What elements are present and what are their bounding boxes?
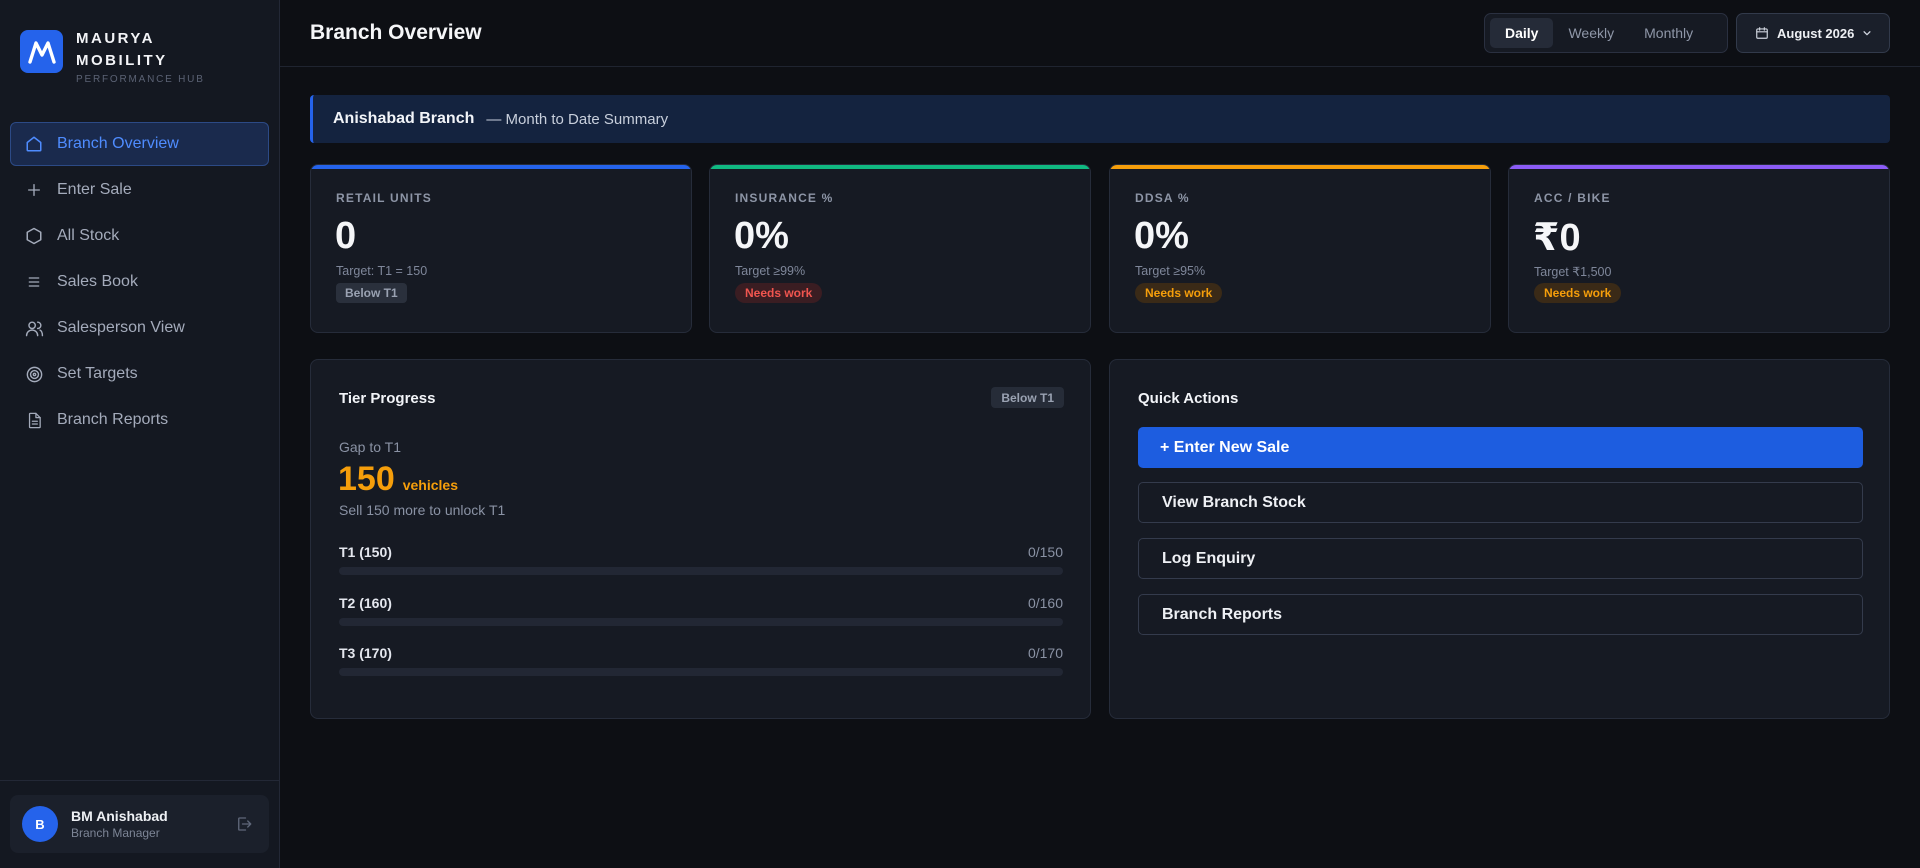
target-icon bbox=[24, 364, 44, 384]
sidebar-item-salesperson-view[interactable]: Salesperson View bbox=[10, 306, 269, 350]
calendar-icon bbox=[1755, 26, 1769, 40]
kpi-card-retail-units: RETAIL UNITS 0 Target: T1 = 150 Below T1 bbox=[310, 164, 692, 333]
sidebar-item-branch-overview[interactable]: Branch Overview bbox=[10, 122, 269, 166]
sidebar-item-enter-sale[interactable]: Enter Sale bbox=[10, 168, 269, 212]
tier-row: T3 (170) 0/170 bbox=[339, 645, 1063, 676]
page-title: Branch Overview bbox=[310, 21, 482, 44]
sidebar-item-label: Branch Reports bbox=[57, 411, 169, 428]
user-role: Branch Manager bbox=[71, 826, 160, 840]
kpi-target: Target: T1 = 150 bbox=[336, 264, 428, 278]
tier-name: T2 (160) bbox=[339, 595, 392, 611]
tier-row: T2 (160) 0/160 bbox=[339, 595, 1063, 626]
plus-icon bbox=[24, 180, 44, 200]
log-enquiry-button[interactable]: Log Enquiry bbox=[1138, 538, 1863, 579]
kpi-card-insurance: INSURANCE % 0% Target ≥99% Needs work bbox=[709, 164, 1091, 333]
list-icon bbox=[24, 272, 44, 292]
month-picker-button[interactable]: August 2026 bbox=[1736, 13, 1890, 53]
tier-name: T3 (170) bbox=[339, 645, 392, 661]
file-icon bbox=[24, 410, 44, 430]
tier-name: T1 (150) bbox=[339, 544, 392, 560]
gap-note: Sell 150 more to unlock T1 bbox=[339, 502, 506, 518]
status-badge: Needs work bbox=[1135, 283, 1223, 303]
kpi-accent-bar bbox=[1110, 165, 1490, 169]
tier-status-badge: Below T1 bbox=[991, 387, 1064, 408]
sidebar-footer: B BM Anishabad Branch Manager bbox=[0, 780, 280, 868]
tier-progress-bar bbox=[339, 567, 1063, 575]
kpi-accent-bar bbox=[710, 165, 1090, 169]
logo-m-icon bbox=[27, 40, 56, 64]
sidebar-item-label: Set Targets bbox=[57, 365, 138, 382]
kpi-target: Target ₹1,500 bbox=[1534, 265, 1612, 279]
sidebar-item-label: Enter Sale bbox=[57, 181, 132, 198]
status-badge: Needs work bbox=[735, 283, 823, 303]
kpi-accent-bar bbox=[1509, 165, 1889, 169]
kpi-card-ddsa: DDSA % 0% Target ≥95% Needs work bbox=[1109, 164, 1491, 333]
period-toggle: Daily Weekly Monthly bbox=[1484, 13, 1728, 53]
kpi-label: INSURANCE % bbox=[735, 191, 834, 205]
sidebar-nav: Branch Overview Enter Sale All Stock Sal… bbox=[10, 122, 269, 444]
kpi-value: 0% bbox=[1134, 215, 1189, 257]
sidebar-item-label: Salesperson View bbox=[57, 319, 185, 336]
hexagon-icon bbox=[24, 226, 44, 246]
tier-count: 0/170 bbox=[1027, 645, 1063, 661]
logout-icon[interactable] bbox=[235, 815, 253, 838]
brand: MAURYA MOBILITY PERFORMANCE HUB bbox=[20, 30, 205, 85]
avatar[interactable]: B bbox=[22, 806, 58, 842]
sidebar-item-set-targets[interactable]: Set Targets bbox=[10, 352, 269, 396]
brand-name: MAURYA MOBILITY bbox=[76, 30, 168, 69]
gap-label: Gap to T1 bbox=[339, 439, 402, 455]
kpi-accent-bar bbox=[311, 165, 691, 169]
banner-subtitle: — Month to Date Summary bbox=[486, 110, 669, 128]
kpi-label: ACC / BIKE bbox=[1534, 191, 1611, 205]
tier-count: 0/160 bbox=[1027, 595, 1063, 611]
month-picker-label: August 2026 bbox=[1777, 25, 1855, 41]
sidebar-item-label: Sales Book bbox=[57, 273, 138, 290]
sidebar-item-label: Branch Overview bbox=[57, 135, 179, 152]
tier-row: T1 (150) 0/150 bbox=[339, 544, 1063, 575]
sidebar-item-label: All Stock bbox=[57, 227, 120, 244]
tier-progress-panel: Tier Progress Below T1 Gap to T1 150 veh… bbox=[310, 359, 1091, 719]
users-icon bbox=[24, 318, 44, 338]
chevron-down-icon bbox=[1862, 28, 1872, 38]
period-monthly-button[interactable]: Monthly bbox=[1629, 18, 1708, 48]
gap-value: 150 bbox=[338, 460, 395, 498]
period-daily-button[interactable]: Daily bbox=[1490, 18, 1554, 48]
enter-new-sale-button[interactable]: + Enter New Sale bbox=[1138, 427, 1863, 468]
kpi-label: RETAIL UNITS bbox=[336, 191, 432, 205]
branch-reports-button[interactable]: Branch Reports bbox=[1138, 594, 1863, 635]
sidebar-item-all-stock[interactable]: All Stock bbox=[10, 214, 269, 258]
status-badge: Below T1 bbox=[336, 283, 407, 303]
view-branch-stock-button[interactable]: View Branch Stock bbox=[1138, 482, 1863, 523]
period-weekly-button[interactable]: Weekly bbox=[1553, 18, 1629, 48]
brand-logo[interactable] bbox=[20, 30, 63, 73]
brand-subtitle: PERFORMANCE HUB bbox=[76, 74, 205, 85]
kpi-target: Target ≥99% bbox=[735, 264, 806, 278]
tier-progress-bar bbox=[339, 618, 1063, 626]
kpi-target: Target ≥95% bbox=[1135, 264, 1206, 278]
panel-title: Tier Progress bbox=[339, 390, 436, 407]
quick-actions-panel: Quick Actions + Enter New Sale View Bran… bbox=[1109, 359, 1890, 719]
user-name: BM Anishabad bbox=[71, 808, 168, 824]
banner-branch-name: Anishabad Branch bbox=[333, 110, 475, 127]
sidebar: MAURYA MOBILITY PERFORMANCE HUB Branch O… bbox=[0, 0, 280, 868]
kpi-value: ₹0 bbox=[1533, 217, 1581, 259]
kpi-label: DDSA % bbox=[1135, 191, 1190, 205]
sidebar-item-branch-reports[interactable]: Branch Reports bbox=[10, 398, 269, 442]
kpi-value: 0 bbox=[335, 215, 357, 257]
top-header: Branch Overview Daily Weekly Monthly Aug… bbox=[280, 0, 1920, 67]
status-badge: Needs work bbox=[1534, 283, 1622, 303]
tier-progress-bar bbox=[339, 668, 1063, 676]
panel-title: Quick Actions bbox=[1138, 390, 1239, 407]
sidebar-item-sales-book[interactable]: Sales Book bbox=[10, 260, 269, 304]
user-card: B BM Anishabad Branch Manager bbox=[10, 795, 269, 853]
home-icon bbox=[24, 134, 44, 154]
kpi-value: 0% bbox=[734, 215, 789, 257]
kpi-card-acc-bike: ACC / BIKE ₹0 Target ₹1,500 Needs work bbox=[1508, 164, 1890, 333]
tier-count: 0/150 bbox=[1027, 544, 1063, 560]
gap-unit: vehicles bbox=[402, 477, 458, 493]
branch-banner: Anishabad Branch — Month to Date Summary bbox=[310, 95, 1890, 143]
